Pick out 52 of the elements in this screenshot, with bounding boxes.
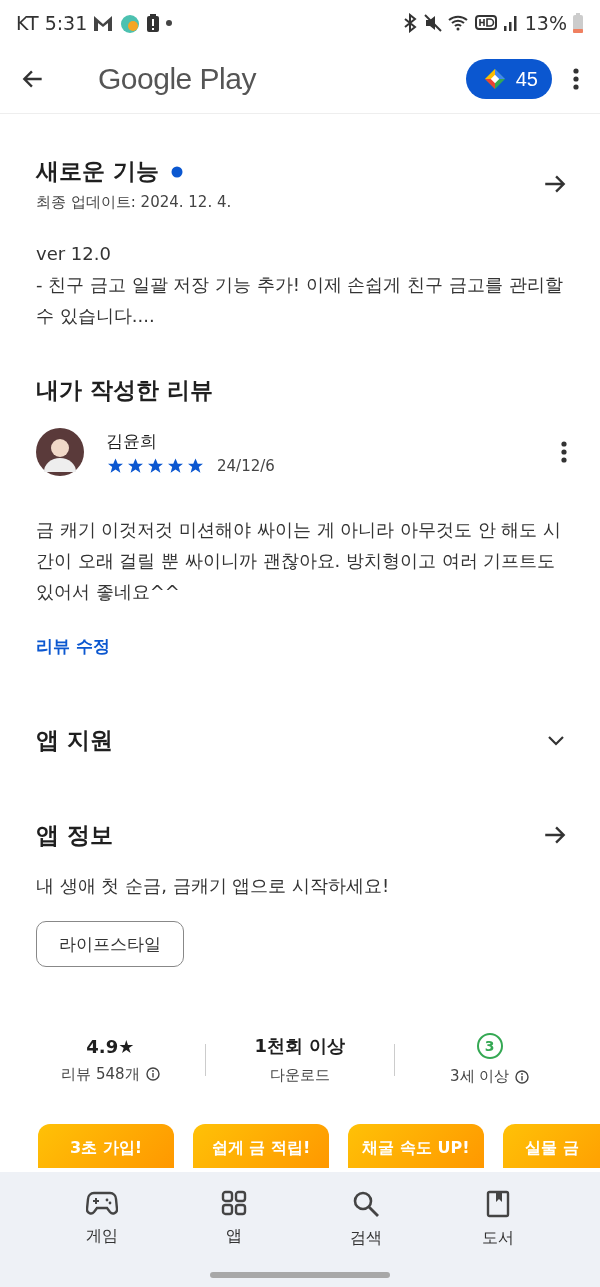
battery-icon [572,11,584,34]
section-title: 앱 정보 [36,820,113,850]
stat-label: 리뷰 548개 [61,1064,140,1084]
search-icon [352,1190,380,1218]
info-icon[interactable] [145,1067,160,1081]
mute-icon [422,12,443,33]
screenshot-caption: 실물 금 [525,1138,579,1159]
gamepad-icon [86,1190,118,1216]
screenshot-caption: 쉽게 금 적립! [211,1138,311,1159]
section-title: 새로운 기능 [36,157,159,186]
star-icon [146,456,165,475]
play-points-icon [483,68,506,90]
stat-label: 다운로드 [270,1066,330,1085]
avatar [36,428,84,476]
update-date: 최종 업데이트: 2024. 12. 4. [36,193,232,212]
hd-voice-icon [474,12,497,33]
stat-value: 4.9★ [86,1035,135,1057]
signal-icon [501,13,520,32]
age-rating-badge: 3 [476,1033,503,1059]
battery-percent: 13% [524,11,567,34]
grid-icon [221,1190,247,1216]
dot-icon [165,18,174,27]
nav-tab[interactable]: 검색 [300,1172,432,1258]
nav-tab[interactable]: 앱 [168,1172,300,1258]
info-icon[interactable] [515,1069,530,1084]
edit-review-link[interactable]: 리뷰 수정 [36,635,110,658]
app-description: 내 생애 첫 순금, 금캐기 앱으로 시작하세요! [36,874,391,898]
section-title: 내가 작성한 리뷰 [36,376,214,405]
stat-value: 1천회 이상 [254,1034,346,1058]
stat-label: 3세 이상 [450,1067,510,1086]
star-icon [186,456,205,475]
more-vert-icon [560,440,568,464]
version-label: ver 12.0 [36,242,112,266]
release-notes: - 친구 금고 일괄 저장 기능 추가! 이제 손쉽게 친구 금고를 관리할 수 있습니다.... [36,273,564,328]
more-vert-icon [572,67,580,91]
app-title: Google Play [98,62,256,96]
star-icon [106,456,125,475]
section-title: 앱 지원 [36,725,113,755]
battery-alert-icon [146,12,161,33]
review-text: 금 캐기 이것저것 미션해야 싸이는 게 아니라 아무것도 안 해도 시간이 오래 걸릴 뿐 싸이니까 괜찮아요. 방치형이고 여러 기프트도 있어서 좋네요^^ [36,518,563,604]
reviewer-name: 김윤희 [106,429,158,453]
nav-tab[interactable]: 게임 [36,1172,168,1258]
nav-tab[interactable]: 도서 [432,1172,564,1258]
review-date: 24/12/6 [217,456,275,475]
points-button[interactable]: 45 [465,59,552,99]
category-chip[interactable]: 라이프스타일 [36,921,184,967]
carrier-time: KT 5:31 [16,11,88,34]
screenshot-caption: 3초 가입! [70,1138,142,1159]
book-icon [486,1190,510,1218]
star-icon [126,456,145,475]
screenshot-caption: 채굴 속도 UP! [362,1138,470,1159]
star-icon [166,456,185,475]
